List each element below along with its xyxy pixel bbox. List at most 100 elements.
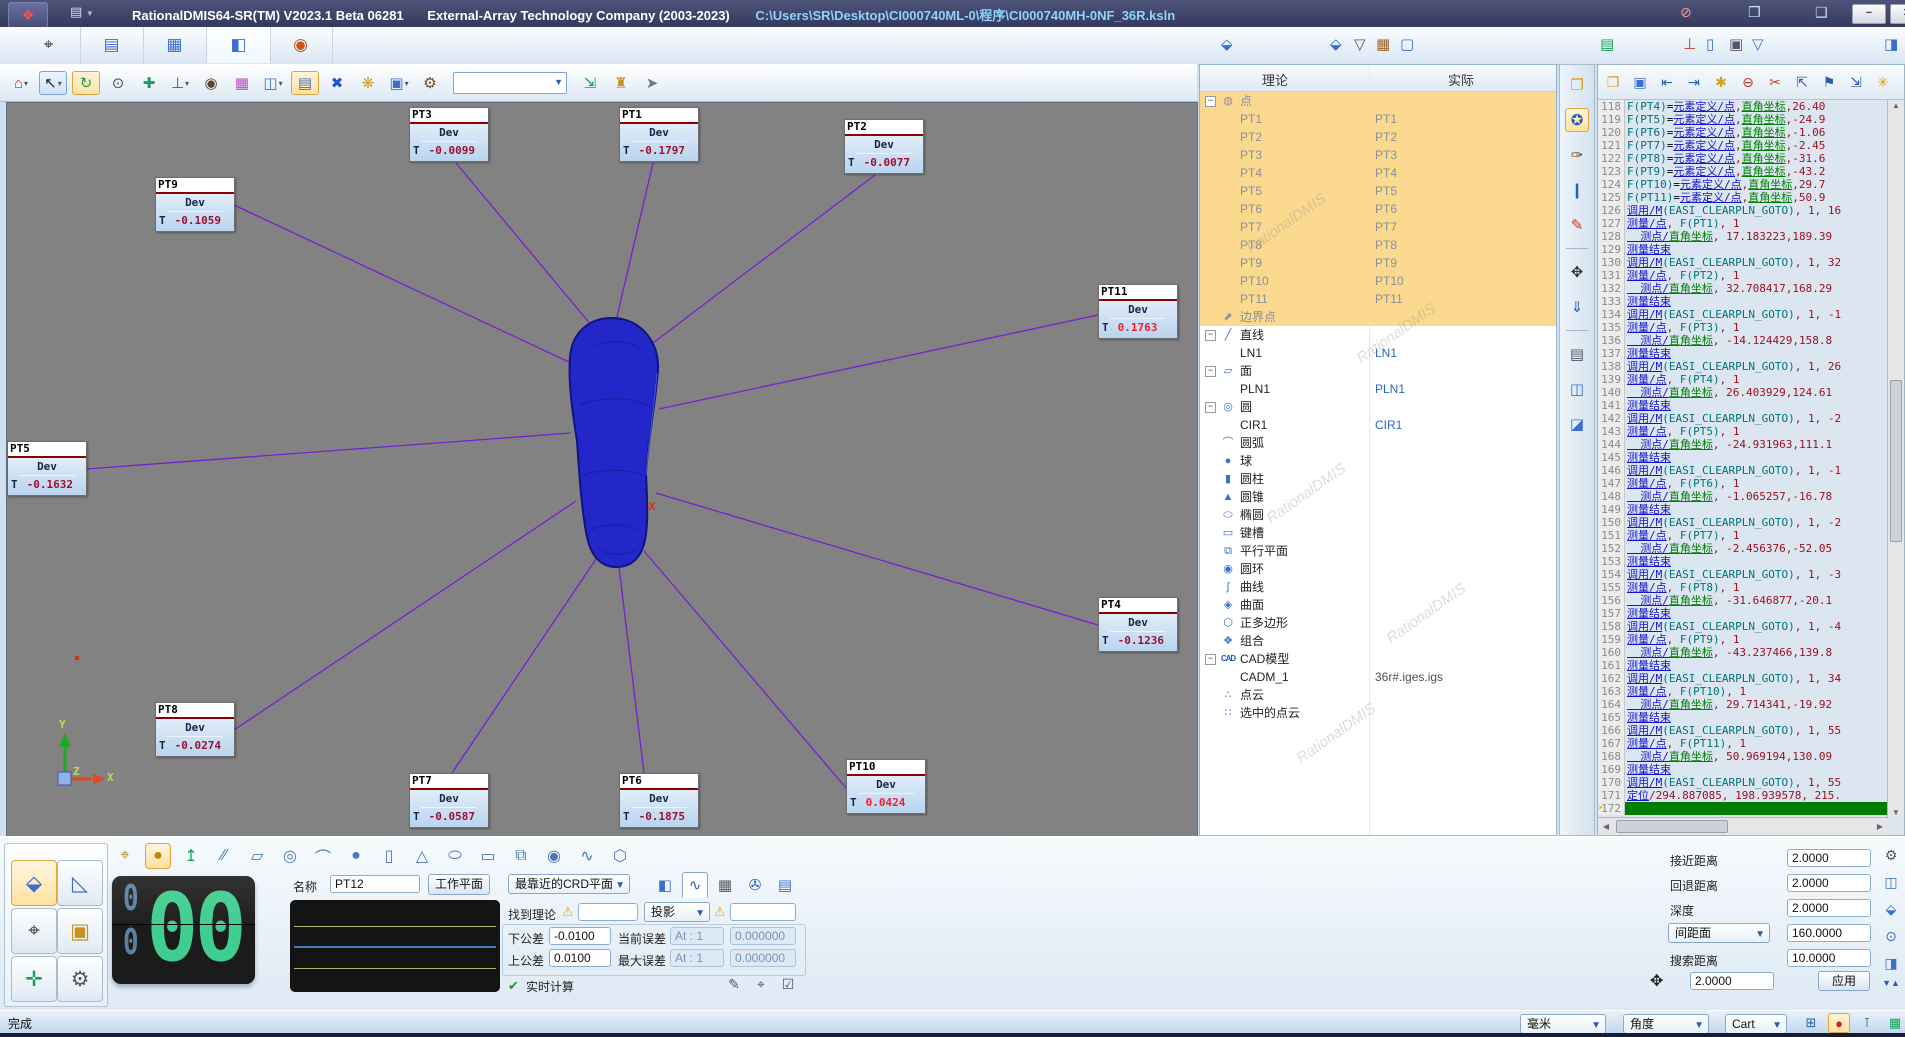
expand-collapse-icon[interactable]: −: [1205, 402, 1216, 413]
code-line[interactable]: 167测量/点, F(PT11), 1: [1598, 737, 1888, 750]
probe-config-button[interactable]: ⬙: [11, 860, 57, 906]
probe-tab[interactable]: ⌖: [17, 27, 81, 63]
coordinate-axes-icon[interactable]: ⊥▾: [167, 72, 193, 94]
code-line[interactable]: 120F(PT6)=元素定义/点,直角坐标,-1.06: [1598, 126, 1888, 139]
approach-distance-input[interactable]: 2.0000: [1787, 849, 1871, 867]
program-vertical-scrollbar[interactable]: ▲ ▼: [1887, 100, 1904, 818]
probe-head-button[interactable]: ⌖: [11, 908, 57, 954]
close-button[interactable]: ✕: [1890, 4, 1905, 24]
report-build-icon[interactable]: ✑: [1565, 143, 1589, 167]
code-line[interactable]: 142调用/M(EASI_CLEARPLN_GOTO), 1, -2: [1598, 412, 1888, 425]
export-report-icon[interactable]: ⇓: [1565, 295, 1589, 319]
point-icon[interactable]: ●: [145, 843, 171, 869]
pause-icon[interactable]: ✱: [1711, 74, 1731, 91]
machine-setup-icon[interactable]: ⚙: [1880, 844, 1902, 866]
code-line[interactable]: 150调用/M(EASI_CLEARPLN_GOTO), 1, -2: [1598, 516, 1888, 529]
search-distance-input[interactable]: 10.0000: [1787, 949, 1871, 967]
program-tab[interactable]: ▤: [80, 27, 144, 63]
code-line[interactable]: 127测量/点, F(PT1), 1: [1598, 217, 1888, 230]
code-line[interactable]: 129测量结束: [1598, 243, 1888, 256]
code-line[interactable]: 172➤: [1598, 802, 1888, 815]
program-horizontal-scrollbar[interactable]: ◀ ▶: [1598, 817, 1888, 835]
report-book-icon[interactable]: ❙: [1565, 178, 1589, 202]
dual-monitor-icon[interactable]: ❒: [1748, 4, 1761, 21]
upper-tol-input[interactable]: 0.0100: [549, 949, 611, 967]
tree-item-cir1[interactable]: CIR1CIR1: [1200, 416, 1556, 434]
dimension-tab[interactable]: ◧: [652, 872, 678, 898]
program-code[interactable]: 118F(PT4)=元素定义/点,直角坐标,26.40119F(PT5)=元素定…: [1598, 100, 1888, 818]
speed-input[interactable]: 2.0000: [1690, 972, 1774, 990]
cut-icon[interactable]: ✂: [1765, 74, 1785, 91]
expand-collapse-icon[interactable]: −: [1205, 96, 1216, 107]
evaluation-tab[interactable]: ∿: [682, 872, 708, 898]
code-line[interactable]: 155测量/点, F(PT8), 1: [1598, 581, 1888, 594]
dio-monitor-icon[interactable]: ◪: [1565, 412, 1589, 436]
code-line[interactable]: 141测量结束: [1598, 399, 1888, 412]
probe-path-tab[interactable]: ✇: [742, 872, 768, 898]
tree-group-slot-icon[interactable]: ▭键槽: [1200, 524, 1556, 542]
table-tab[interactable]: ▦: [143, 27, 207, 63]
tree-item-pt11[interactable]: PT11PT11: [1200, 290, 1556, 308]
cylinder-icon[interactable]: ▯: [376, 843, 402, 869]
tree-group-torus-icon[interactable]: ◉圆环: [1200, 560, 1556, 578]
coordinate-dropdown[interactable]: Cart▼: [1725, 1014, 1787, 1034]
code-line[interactable]: 170调用/M(EASI_CLEARPLN_GOTO), 1, 55: [1598, 776, 1888, 789]
pin-panel-icon[interactable]: ✪: [1565, 108, 1589, 132]
code-line[interactable]: 130调用/M(EASI_CLEARPLN_GOTO), 1, 32: [1598, 256, 1888, 269]
datum-frame-button[interactable]: ▣: [57, 908, 103, 954]
tree-group-polygon-icon[interactable]: ⬡正多边形: [1200, 614, 1556, 632]
code-line[interactable]: 166调用/M(EASI_CLEARPLN_GOTO), 1, 55: [1598, 724, 1888, 737]
tree-header-theory[interactable]: 理论: [1262, 70, 1288, 89]
code-line[interactable]: 133测量结束: [1598, 295, 1888, 308]
code-line[interactable]: 121F(PT7)=元素定义/点,直角坐标,-2.45: [1598, 139, 1888, 152]
tree-group-curve-icon[interactable]: ∫曲线: [1200, 578, 1556, 596]
code-line[interactable]: 136 测点/直角坐标, -14.124429,158.8: [1598, 334, 1888, 347]
tree-item-pt4[interactable]: PT4PT4: [1200, 164, 1556, 182]
edit-note-icon[interactable]: ✎: [723, 976, 745, 996]
import-program-icon[interactable]: ⇲: [577, 72, 603, 94]
open-report-icon[interactable]: ❐: [1565, 73, 1589, 97]
slot-icon[interactable]: ▭: [475, 843, 501, 869]
probe-error-icon[interactable]: ⊘: [1680, 4, 1692, 21]
code-line[interactable]: 139测量/点, F(PT4), 1: [1598, 373, 1888, 386]
code-line[interactable]: 157测量结束: [1598, 607, 1888, 620]
line-icon[interactable]: ∕∕: [211, 843, 237, 869]
workplane-button[interactable]: 工作平面: [428, 874, 490, 895]
code-line[interactable]: 143测量/点, F(PT5), 1: [1598, 425, 1888, 438]
indent-icon[interactable]: ⇥: [1684, 74, 1704, 91]
tree-group-plane-icon[interactable]: −▱面: [1200, 362, 1556, 380]
tree-item-pt8[interactable]: PT8PT8: [1200, 236, 1556, 254]
expand-collapse-icon[interactable]: −: [1205, 366, 1216, 377]
code-line[interactable]: 151测量/点, F(PT7), 1: [1598, 529, 1888, 542]
code-line[interactable]: 144 测点/直角坐标, -24.931963,111.1: [1598, 438, 1888, 451]
code-line[interactable]: 123F(PT9)=元素定义/点,直角坐标,-43.2: [1598, 165, 1888, 178]
code-line[interactable]: 159测量/点, F(PT9), 1: [1598, 633, 1888, 646]
app-icon[interactable]: ❖: [8, 2, 48, 28]
tree-item-pt5[interactable]: PT5PT5: [1200, 182, 1556, 200]
home-icon[interactable]: ⌂▾: [8, 72, 34, 94]
feature-new-icon[interactable]: ❋: [355, 72, 381, 94]
delete-line-icon[interactable]: ⊖: [1738, 74, 1758, 91]
select-cursor-icon[interactable]: ↖▾: [39, 71, 67, 95]
realtime-checkbox[interactable]: ✔: [508, 978, 519, 994]
insole-model[interactable]: [570, 318, 658, 567]
code-line[interactable]: 163测量/点, F(PT10), 1: [1598, 685, 1888, 698]
crd-plane-dropdown[interactable]: 最靠近的CRD平面▼: [508, 874, 630, 894]
clearance-plane-dropdown[interactable]: 间距面▼: [1668, 923, 1770, 943]
insert-after-icon[interactable]: ⇲: [1846, 74, 1866, 91]
code-line[interactable]: 135测量/点, F(PT3), 1: [1598, 321, 1888, 334]
construct-tool-icon[interactable]: ⚙: [417, 72, 443, 94]
expand-collapse-icon[interactable]: −: [1205, 654, 1216, 665]
tree-group-cad-model-icon[interactable]: −CADCAD模型: [1200, 650, 1556, 668]
plane-icon[interactable]: ▱: [244, 843, 270, 869]
confirm-check-icon[interactable]: ☑: [777, 976, 799, 996]
window-layout-icon[interactable]: ◫▾: [260, 72, 286, 94]
edit-report-icon[interactable]: ✎: [1565, 213, 1589, 237]
sphere-icon[interactable]: ●: [343, 843, 369, 869]
breakpoint-flag-icon[interactable]: ⚑: [1819, 74, 1839, 91]
viewport-3d[interactable]: Y X Z x PT3DevT-0.0099PT1DevT-0.1797PT2D…: [6, 102, 1198, 838]
tree-item-pt3[interactable]: PT3PT3: [1200, 146, 1556, 164]
code-line[interactable]: 119F(PT5)=元素定义/点,直角坐标,-24.9: [1598, 113, 1888, 126]
label-display-icon[interactable]: ▤: [291, 71, 319, 95]
code-line[interactable]: 162调用/M(EASI_CLEARPLN_GOTO), 1, 34: [1598, 672, 1888, 685]
